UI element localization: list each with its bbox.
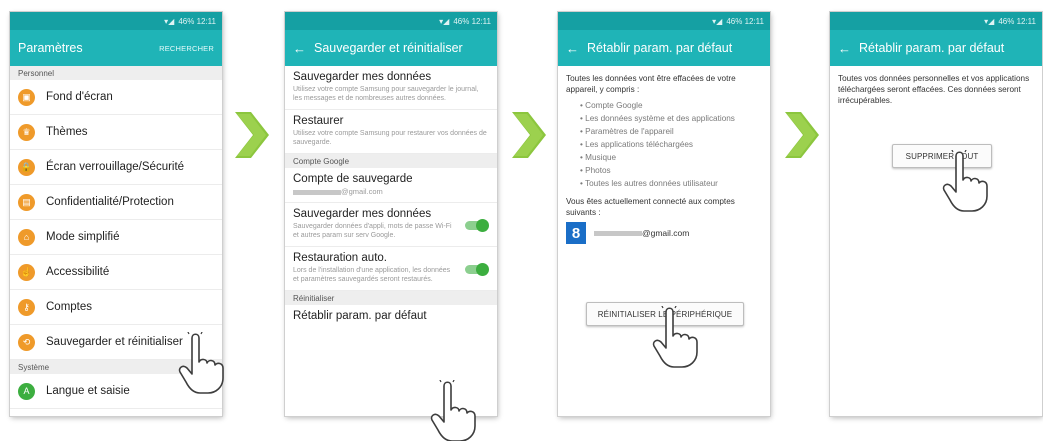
status-text: 46% 12:11 — [998, 16, 1036, 26]
wifi-signal-icon: ▾◢ — [712, 16, 723, 26]
accessibility-icon: ☝ — [18, 263, 35, 281]
section-header-personnel: Personnel — [10, 66, 222, 80]
connected-accounts-text: Vous êtes actuellement connecté aux comp… — [566, 197, 735, 217]
page-title: Rétablir param. par défaut — [859, 41, 1005, 55]
item-title: Restaurer — [293, 115, 344, 127]
status-text: 46% 12:11 — [453, 16, 491, 26]
tap-hand-icon — [178, 332, 224, 394]
google-account-row: 8 @gmail.com — [558, 218, 770, 248]
page-title: Paramètres — [18, 41, 83, 55]
back-arrow-icon[interactable]: ← — [838, 41, 851, 56]
backup-google-item[interactable]: Sauvegarder mes données Sauvegarder donn… — [285, 203, 497, 247]
reset-intro-text: Toutes les données vont être effacées de… — [566, 74, 736, 94]
tap-hand-icon — [430, 380, 476, 441]
backup-my-data-item[interactable]: Sauvegarder mes données Utilisez votre c… — [285, 66, 497, 110]
wifi-signal-icon: ▾◢ — [984, 16, 995, 26]
wifi-signal-icon: ▾◢ — [439, 16, 450, 26]
status-bar: ▾◢ 46% 12:11 — [285, 12, 497, 30]
settings-item-label: Langue et saisie — [46, 385, 130, 397]
delete-warning-text: Toutes vos données personnelles et vos a… — [838, 74, 1030, 105]
redacted-email — [594, 231, 642, 237]
list-item: Paramètres de l'appareil — [580, 125, 762, 138]
key-icon: ⚷ — [18, 298, 35, 316]
account-email: @gmail.com — [293, 187, 489, 196]
settings-item[interactable]: ▤ Confidentialité/Protection — [10, 185, 222, 220]
settings-item[interactable]: ⚷ Comptes — [10, 290, 222, 325]
settings-item-label: Comptes — [46, 301, 93, 313]
next-step-arrow-icon — [785, 112, 819, 158]
settings-item-label: Accessibilité — [46, 266, 110, 278]
section-header-google: Compte Google — [285, 154, 497, 168]
back-arrow-icon[interactable]: ← — [293, 41, 306, 56]
item-title: Compte de sauvegarde — [293, 173, 413, 185]
settings-item[interactable]: ▣ Fond d'écran — [10, 80, 222, 115]
privacy-icon: ▤ — [18, 193, 35, 211]
item-description: Sauvegarder données d'appli, mots de pas… — [293, 223, 452, 239]
item-description: Utilisez votre compte Samsung pour sauve… — [293, 86, 479, 102]
backup-toggle-switch[interactable] — [465, 218, 489, 232]
app-bar: ← Rétablir param. par défaut — [830, 30, 1042, 66]
email-domain: @gmail.com — [341, 187, 383, 196]
settings-item-label: Thèmes — [46, 126, 88, 138]
list-item: Toutes les autres données utilisateur — [580, 177, 762, 190]
restore-item[interactable]: Restaurer Utilisez votre compte Samsung … — [285, 110, 497, 154]
item-title: Rétablir param. par défaut — [293, 310, 427, 322]
app-bar: ← Sauvegarder et réinitialiser — [285, 30, 497, 66]
list-item: Les données système et des applications — [580, 112, 762, 125]
account-email: @gmail.com — [594, 228, 689, 238]
backup-reset-screen: ▾◢ 46% 12:11 ← Sauvegarder et réinitiali… — [285, 12, 497, 416]
backup-icon: ⟲ — [18, 333, 35, 351]
list-item: Musique — [580, 151, 762, 164]
item-title: Sauvegarder mes données — [293, 71, 432, 83]
item-title: Sauvegarder mes données — [293, 208, 432, 220]
search-button[interactable]: RECHERCHER — [159, 44, 214, 53]
auto-restore-item[interactable]: Restauration auto. Lors de l'installatio… — [285, 247, 497, 291]
tap-hand-icon — [652, 306, 698, 368]
page-title: Sauvegarder et réinitialiser — [314, 41, 463, 55]
settings-item[interactable]: ⌂ Mode simplifié — [10, 220, 222, 255]
settings-item[interactable]: 🔒 Écran verrouillage/Sécurité — [10, 150, 222, 185]
page-title: Rétablir param. par défaut — [587, 41, 733, 55]
section-header-reset: Réinitialiser — [285, 291, 497, 305]
lock-icon: 🔒 — [18, 158, 35, 176]
data-list: Compte GoogleLes données système et des … — [566, 99, 762, 190]
item-description: Utilisez votre compte Samsung pour resta… — [293, 130, 487, 146]
settings-item-label: Écran verrouillage/Sécurité — [46, 161, 185, 173]
app-bar: ← Rétablir param. par défaut — [558, 30, 770, 66]
status-bar: ▾◢ 46% 12:11 — [830, 12, 1042, 30]
settings-item-label: Confidentialité/Protection — [46, 196, 174, 208]
back-arrow-icon[interactable]: ← — [566, 41, 579, 56]
wifi-signal-icon: ▾◢ — [164, 16, 175, 26]
tap-hand-icon — [942, 150, 988, 212]
app-bar: Paramètres RECHERCHER — [10, 30, 222, 66]
redacted-email — [293, 189, 341, 195]
next-step-arrow-icon — [512, 112, 546, 158]
list-item: Photos — [580, 164, 762, 177]
settings-item-label: Sauvegarder et réinitialiser — [46, 336, 183, 348]
wallpaper-icon: ▣ — [18, 88, 35, 106]
reset-warning: Toutes les données vont être effacées de… — [558, 66, 770, 218]
status-text: 46% 12:11 — [178, 16, 216, 26]
backup-account-item[interactable]: Compte de sauvegarde @gmail.com — [285, 168, 497, 203]
confirm-delete-screen: ▾◢ 46% 12:11 ← Rétablir param. par défau… — [830, 12, 1042, 416]
status-text: 46% 12:11 — [726, 16, 764, 26]
status-bar: ▾◢ 46% 12:11 — [10, 12, 222, 30]
list-item: Compte Google — [580, 99, 762, 112]
factory-reset-item[interactable]: Rétablir param. par défaut — [285, 305, 497, 330]
language-icon: A — [18, 382, 35, 400]
home-icon: ⌂ — [18, 228, 35, 246]
item-title: Restauration auto. — [293, 252, 387, 264]
email-domain: @gmail.com — [642, 228, 690, 238]
auto-restore-toggle-switch[interactable] — [465, 262, 489, 276]
next-step-arrow-icon — [235, 112, 269, 158]
settings-item-label: Mode simplifié — [46, 231, 120, 243]
themes-icon: ♛ — [18, 123, 35, 141]
settings-item[interactable]: ☝ Accessibilité — [10, 255, 222, 290]
settings-item[interactable]: ♛ Thèmes — [10, 115, 222, 150]
settings-item-label: Fond d'écran — [46, 91, 113, 103]
google-account-icon: 8 — [566, 222, 586, 244]
status-bar: ▾◢ 46% 12:11 — [558, 12, 770, 30]
list-item: Les applications téléchargées — [580, 138, 762, 151]
item-description: Lors de l'installation d'une application… — [293, 267, 451, 283]
